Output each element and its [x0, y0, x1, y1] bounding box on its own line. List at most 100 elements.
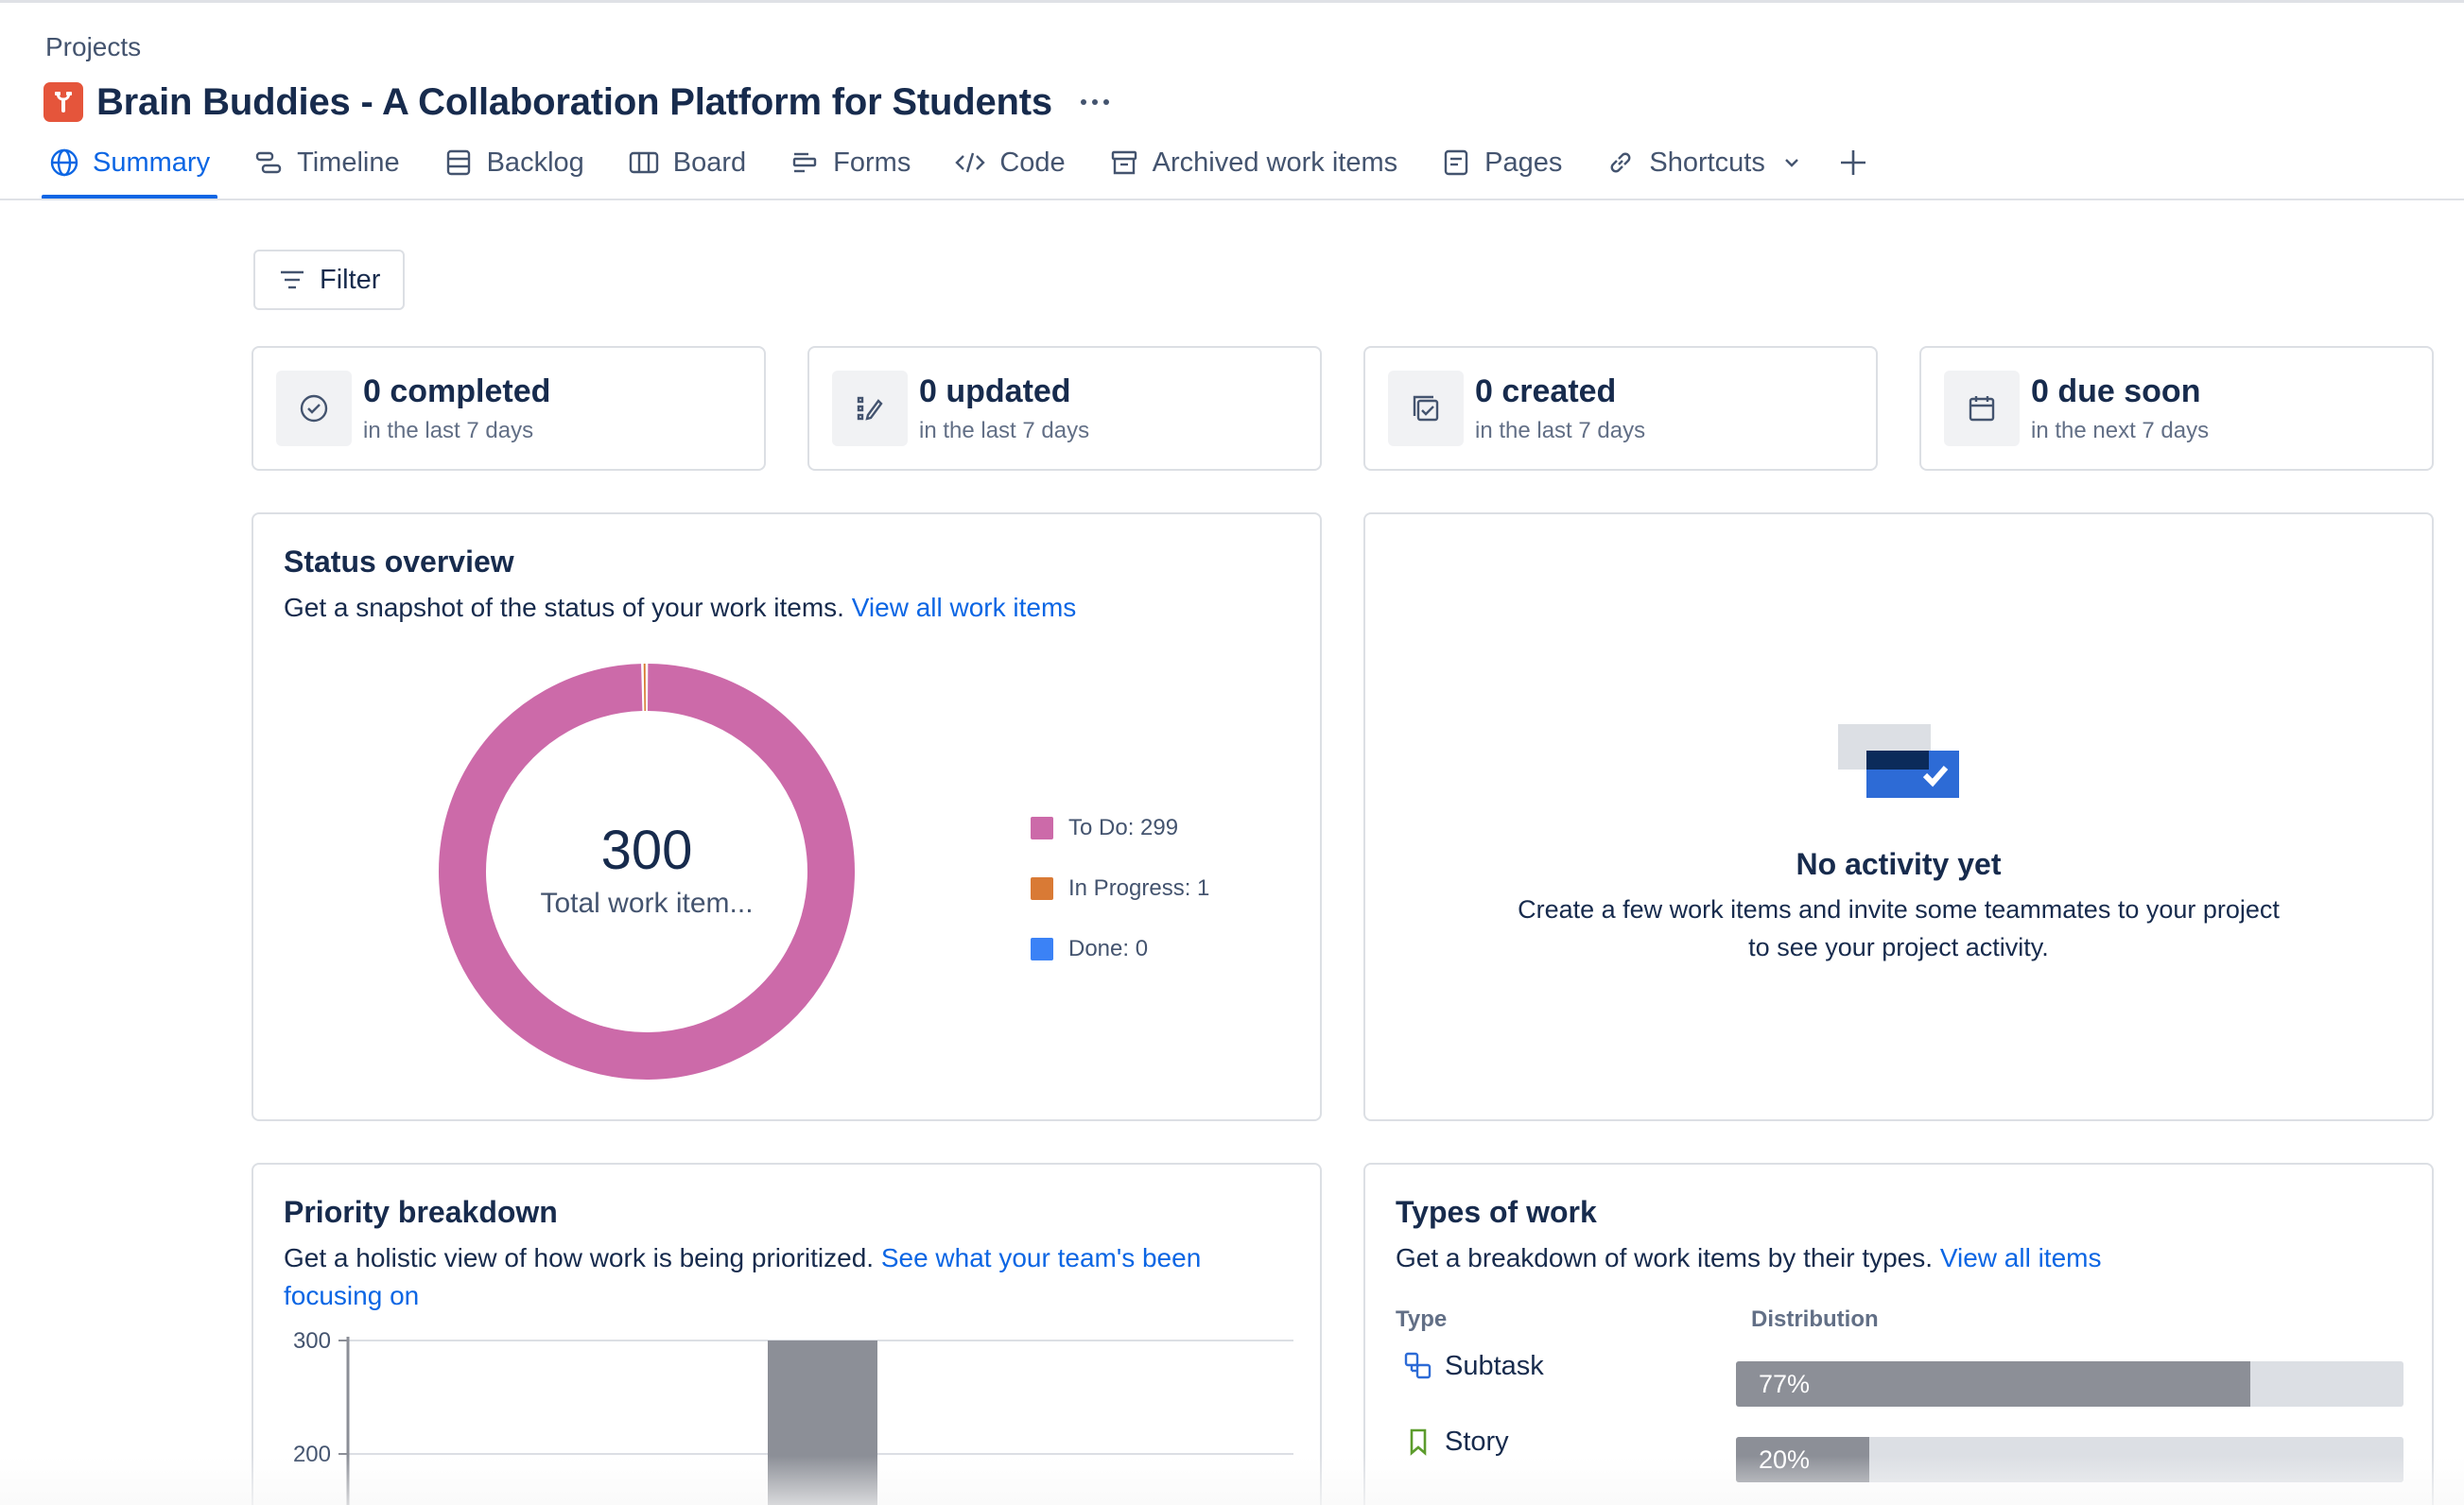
- tab-backlog[interactable]: Backlog: [436, 132, 592, 193]
- tab-archived-work-items[interactable]: Archived work items: [1102, 132, 1405, 193]
- archive-icon: [1111, 150, 1137, 175]
- legend-label: To Do: 299: [1068, 815, 1179, 840]
- backlog-icon: [446, 149, 470, 176]
- tab-label: Timeline: [297, 147, 400, 178]
- type-row-story[interactable]: Story: [1403, 1418, 1509, 1465]
- legend-item-in-progress[interactable]: In Progress: 1: [1031, 858, 1209, 919]
- stat-card-completed[interactable]: 0 completed in the last 7 days: [252, 346, 766, 471]
- tab-label: Forms: [833, 147, 911, 178]
- no-activity-illustration: [1838, 724, 1959, 798]
- priority-breakdown-panel: Priority breakdown Get a holistic view o…: [252, 1163, 1322, 1505]
- more-actions-button[interactable]: [1075, 85, 1115, 119]
- filter-label: Filter: [320, 264, 381, 295]
- activity-panel: No activity yet Create a few work items …: [1363, 512, 2434, 1121]
- distribution-bar-track: 77%: [1736, 1361, 2403, 1407]
- panel-title: Types of work: [1396, 1195, 1597, 1229]
- tab-timeline[interactable]: Timeline: [246, 132, 408, 193]
- status-legend: To Do: 299 In Progress: 1 Done: 0: [1031, 798, 1209, 979]
- board-icon: [629, 151, 658, 174]
- pages-icon: [1444, 149, 1468, 176]
- legend-item-todo[interactable]: To Do: 299: [1031, 798, 1209, 858]
- percent-label: 77%: [1759, 1369, 1811, 1398]
- total-label: Total work item...: [540, 888, 754, 919]
- tab-label: Backlog: [486, 147, 584, 178]
- legend-item-done[interactable]: Done: 0: [1031, 919, 1209, 979]
- types-of-work-panel: Types of work Get a breakdown of work it…: [1363, 1163, 2434, 1505]
- legend-swatch: [1031, 877, 1053, 900]
- calendar-icon: [1944, 371, 2020, 446]
- subtask-icon: [1404, 1352, 1432, 1379]
- filter-button[interactable]: Filter: [253, 250, 405, 310]
- stat-title: 0 completed: [363, 372, 551, 409]
- stat-title: 0 due soon: [2031, 372, 2201, 409]
- more-dot: [1080, 99, 1086, 105]
- panel-description: Get a breakdown of work items by their t…: [1396, 1239, 2101, 1277]
- donut-center: 300 Total work item...: [439, 819, 855, 920]
- page-title: Brain Buddies - A Collaboration Platform…: [96, 80, 1052, 123]
- story-bookmark-icon: [1410, 1428, 1427, 1456]
- edit-icon: [832, 371, 908, 446]
- tab-summary[interactable]: Summary: [42, 132, 218, 199]
- distribution-bar-track: 20%: [1736, 1437, 2403, 1482]
- y-tick-label: 300: [293, 1328, 331, 1354]
- status-overview-panel: Status overview Get a snapshot of the st…: [252, 512, 1322, 1121]
- breadcrumb[interactable]: Projects: [45, 32, 141, 62]
- empty-state-title: No activity yet: [1796, 847, 2002, 881]
- stat-card-created[interactable]: 0 created in the last 7 days: [1363, 346, 1878, 471]
- stat-subtitle: in the next 7 days: [2031, 417, 2210, 443]
- more-dot: [1102, 99, 1109, 105]
- title-row: Brain Buddies - A Collaboration Platform…: [43, 79, 1115, 125]
- percent-label: 20%: [1759, 1444, 1811, 1474]
- type-label: Story: [1445, 1426, 1509, 1457]
- chevron-down-icon: [1785, 159, 1798, 167]
- add-tab-button[interactable]: [1837, 140, 1869, 185]
- stat-card-due-soon[interactable]: 0 due soon in the next 7 days: [1919, 346, 2434, 471]
- total-count: 300: [600, 820, 693, 881]
- tab-forms[interactable]: Forms: [782, 132, 918, 193]
- type-column-header: Type: [1396, 1306, 1448, 1332]
- forms-icon: [792, 152, 817, 173]
- timeline-icon: [255, 151, 282, 174]
- legend-swatch: [1031, 938, 1053, 960]
- tab-bar: Summary Timeline Backlog Board Forms Cod…: [42, 140, 1869, 199]
- stat-card-updated[interactable]: 0 updated in the last 7 days: [807, 346, 1322, 471]
- description-text: Get a breakdown of work items by their t…: [1396, 1243, 1934, 1272]
- tab-label: Shortcuts: [1649, 147, 1765, 178]
- legend-label: In Progress: 1: [1068, 875, 1210, 901]
- tab-shortcuts[interactable]: Shortcuts: [1598, 132, 1811, 193]
- empty-state-description: Create a few work items and invite some …: [1518, 895, 2280, 961]
- tabs-divider: [0, 199, 2464, 200]
- tab-label: Pages: [1484, 147, 1563, 178]
- tab-label: Board: [672, 147, 747, 178]
- project-avatar-icon: [43, 82, 83, 122]
- create-icon: [1388, 371, 1464, 446]
- tab-board[interactable]: Board: [620, 132, 754, 193]
- tab-code[interactable]: Code: [946, 132, 1072, 193]
- legend-swatch: [1031, 817, 1053, 839]
- check-circle-icon: [276, 371, 352, 446]
- plus-icon: [1840, 150, 1865, 175]
- top-border: [0, 0, 2464, 3]
- distribution-column-header: Distribution: [1751, 1306, 1879, 1332]
- y-tick-label: 200: [293, 1442, 331, 1467]
- distribution-bar-story: 20%: [1736, 1437, 1870, 1482]
- priority-bar-chart: 300 200: [293, 1328, 1293, 1505]
- globe-icon: [50, 148, 78, 177]
- type-label: Subtask: [1445, 1350, 1544, 1381]
- type-row-subtask[interactable]: Subtask: [1403, 1342, 1544, 1390]
- more-dot: [1091, 99, 1098, 105]
- tab-label: Archived work items: [1152, 147, 1398, 178]
- stat-subtitle: in the last 7 days: [919, 417, 1090, 443]
- distribution-bar-subtask: 77%: [1736, 1361, 2250, 1407]
- filter-icon: [281, 270, 304, 289]
- link-icon: [1610, 152, 1631, 173]
- stat-title: 0 updated: [919, 372, 1071, 409]
- stat-subtitle: in the last 7 days: [1475, 417, 1646, 443]
- code-icon: [955, 152, 986, 173]
- priority-bar[interactable]: [768, 1341, 877, 1505]
- tab-label: Code: [999, 147, 1066, 178]
- tab-pages[interactable]: Pages: [1433, 132, 1570, 193]
- stat-title: 0 created: [1475, 372, 1617, 409]
- tab-label: Summary: [93, 147, 211, 178]
- view-all-items-link[interactable]: View all items: [1940, 1243, 2102, 1272]
